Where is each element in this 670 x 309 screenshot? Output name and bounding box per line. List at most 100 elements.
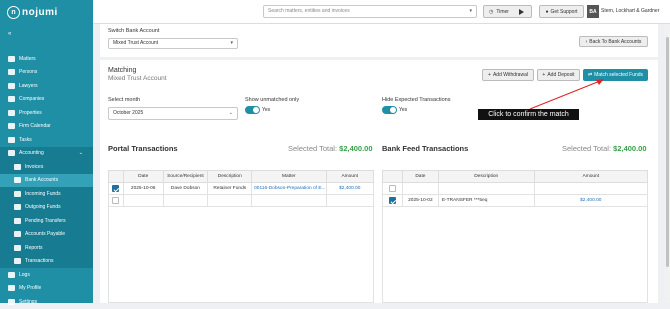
matching-subtitle: Mixed Trust Account <box>108 75 167 82</box>
collapse-sidebar-icon[interactable]: « <box>8 31 11 37</box>
sidebar-item-label: Pending Transfers <box>25 217 66 224</box>
column-header-date[interactable]: Date <box>122 170 164 183</box>
sidebar-item-label: My Profile <box>19 285 42 292</box>
empty-cell <box>401 182 439 195</box>
back-to-bank-accounts-button[interactable]: ‹ Back To Bank Accounts <box>579 36 648 47</box>
sidebar-item-accounts-payable[interactable]: Accounts Payable <box>0 227 93 241</box>
column-header-amount[interactable]: Amount <box>533 170 649 183</box>
sidebar-item-properties[interactable]: Properties <box>0 106 93 120</box>
sidebar-item-label: Outgoing Funds <box>25 204 61 211</box>
search-dropdown-icon[interactable]: ▾ <box>469 6 472 17</box>
hide-expected-toggle[interactable] <box>382 106 397 114</box>
bank-table: Date Description Amount 2025-10-02 E-TRA… <box>382 170 649 207</box>
empty-cell <box>162 194 209 207</box>
arrow-out-icon <box>14 204 21 211</box>
bank-account-value: Mixed Trust Account <box>113 40 159 46</box>
sidebar-item-invoices[interactable]: Invoices <box>0 160 93 174</box>
empty-cell <box>207 194 253 207</box>
global-search-input[interactable]: Search matters, entities and invoices ▾ <box>263 5 477 18</box>
sidebar-item-companies[interactable]: Companies <box>0 93 93 107</box>
timer-button[interactable]: ◷ Timer <box>483 5 532 18</box>
table-row-empty <box>382 182 649 195</box>
annotation-callout: Click to confirm the match <box>478 109 579 120</box>
sidebar-item-accounting[interactable]: Accounting ⌄ <box>0 146 93 160</box>
tasks-icon <box>8 136 15 143</box>
search-placeholder: Search matters, entities and invoices <box>268 8 350 14</box>
row-checkbox[interactable] <box>112 185 120 192</box>
sidebar-item-outgoing-funds[interactable]: Outgoing Funds <box>0 200 93 214</box>
timer-label: Timer <box>496 8 509 15</box>
column-header-source[interactable]: Source/Recipient <box>162 170 209 183</box>
table-row-empty <box>108 194 375 207</box>
row-checkbox[interactable] <box>388 197 396 204</box>
sidebar-item-bank-accounts[interactable]: Bank Accounts <box>0 173 93 187</box>
portal-table: Date Source/Recipient Description Matter… <box>108 170 375 207</box>
clock-icon: ◷ <box>489 8 494 15</box>
table-row[interactable]: 2025-10-06 Dave Dobson Retainer Funds 00… <box>108 182 375 195</box>
match-icon: ⇄ <box>587 72 593 78</box>
back-label: Back To Bank Accounts <box>589 38 642 45</box>
row-date: 2025-10-06 <box>122 182 164 195</box>
sidebar-item-transactions[interactable]: Transactions <box>0 254 93 268</box>
row-checkbox-cell[interactable] <box>108 182 124 195</box>
support-label: Get Support <box>550 8 578 15</box>
add-deposit-button[interactable]: + Add Deposit <box>537 69 580 81</box>
sidebar-item-pending-transfers[interactable]: Pending Transfers <box>0 214 93 228</box>
column-header-matter[interactable]: Matter <box>251 170 327 183</box>
sidebar-item-label: Bank Accounts <box>25 177 59 184</box>
column-header-description[interactable]: Description <box>437 170 535 183</box>
row-matter-link[interactable]: 00116-Dobson-Preparation of E... <box>251 182 327 195</box>
plus-icon: + <box>488 72 491 78</box>
plus-icon: + <box>542 72 546 78</box>
user-avatar[interactable]: BA <box>587 5 599 18</box>
play-icon[interactable] <box>519 9 524 15</box>
bank-selected-total-value: $2,400.00 <box>613 144 647 153</box>
row-description: E-TRANSFER ***5eq <box>437 194 535 207</box>
column-header-amount[interactable]: Amount <box>325 170 375 183</box>
lawyer-icon <box>8 82 15 89</box>
sidebar-item-label: Incoming Funds <box>25 190 61 197</box>
empty-cell <box>122 194 164 207</box>
sidebar-item-lawyers[interactable]: Lawyers <box>0 79 93 93</box>
match-selected-funds-button[interactable]: ⇄ Match selected Funds <box>583 69 648 81</box>
transactions-icon <box>14 258 21 265</box>
month-select[interactable]: October 2025 ⌄ <box>108 107 238 120</box>
table-row[interactable]: 2025-10-02 E-TRANSFER ***5eq $2,400.00 <box>382 194 649 207</box>
matching-title: Matching <box>108 67 137 74</box>
row-checkbox-cell[interactable] <box>108 194 124 207</box>
column-header-description[interactable]: Description <box>207 170 253 183</box>
get-support-button[interactable]: ● Get Support <box>539 5 584 18</box>
select-column-header <box>382 170 403 183</box>
row-checkbox-cell[interactable] <box>382 194 403 207</box>
sidebar-item-firm-calendar[interactable]: Firm Calendar <box>0 120 93 134</box>
add-withdrawal-button[interactable]: + Add Withdrawal <box>482 69 534 81</box>
sidebar-item-matters[interactable]: Matters <box>0 52 93 66</box>
row-checkbox-cell[interactable] <box>382 182 403 195</box>
sidebar-item-logs[interactable]: Logs <box>0 268 93 282</box>
row-checkbox[interactable] <box>112 197 120 204</box>
sidebar-item-label: Properties <box>19 109 42 116</box>
portal-table-header: Date Source/Recipient Description Matter… <box>108 170 375 183</box>
firm-name[interactable]: Stern, Lockhart & Gardner <box>601 8 659 14</box>
sidebar-item-my-profile[interactable]: My Profile <box>0 282 93 296</box>
row-checkbox[interactable] <box>388 185 396 192</box>
sidebar-item-label: Lawyers <box>19 82 38 89</box>
show-unmatched-toggle[interactable] <box>245 106 260 114</box>
sidebar-item-tasks[interactable]: Tasks <box>0 133 93 147</box>
sidebar-item-settings[interactable]: Settings <box>0 295 93 309</box>
sidebar-item-persons[interactable]: Persons <box>0 66 93 80</box>
scrollbar-thumb[interactable] <box>666 37 669 267</box>
sidebar-item-label: Tasks <box>19 136 32 143</box>
bank-account-select[interactable]: Mixed Trust Account ▾ <box>108 38 238 49</box>
sidebar-item-label: Transactions <box>25 258 54 265</box>
sidebar-item-label: Firm Calendar <box>19 123 51 130</box>
sidebar-item-reports[interactable]: Reports <box>0 241 93 255</box>
select-column-header <box>108 170 124 183</box>
sidebar-item-label: Persons <box>19 69 38 76</box>
sidebar-item-incoming-funds[interactable]: Incoming Funds <box>0 187 93 201</box>
column-header-date[interactable]: Date <box>401 170 439 183</box>
sidebar-item-label: Settings <box>19 298 38 305</box>
add-deposit-label: Add Deposit <box>547 72 575 78</box>
hide-expected-label: Hide Expected Transactions <box>382 97 451 103</box>
app-logo[interactable]: n nojumi <box>0 0 93 24</box>
